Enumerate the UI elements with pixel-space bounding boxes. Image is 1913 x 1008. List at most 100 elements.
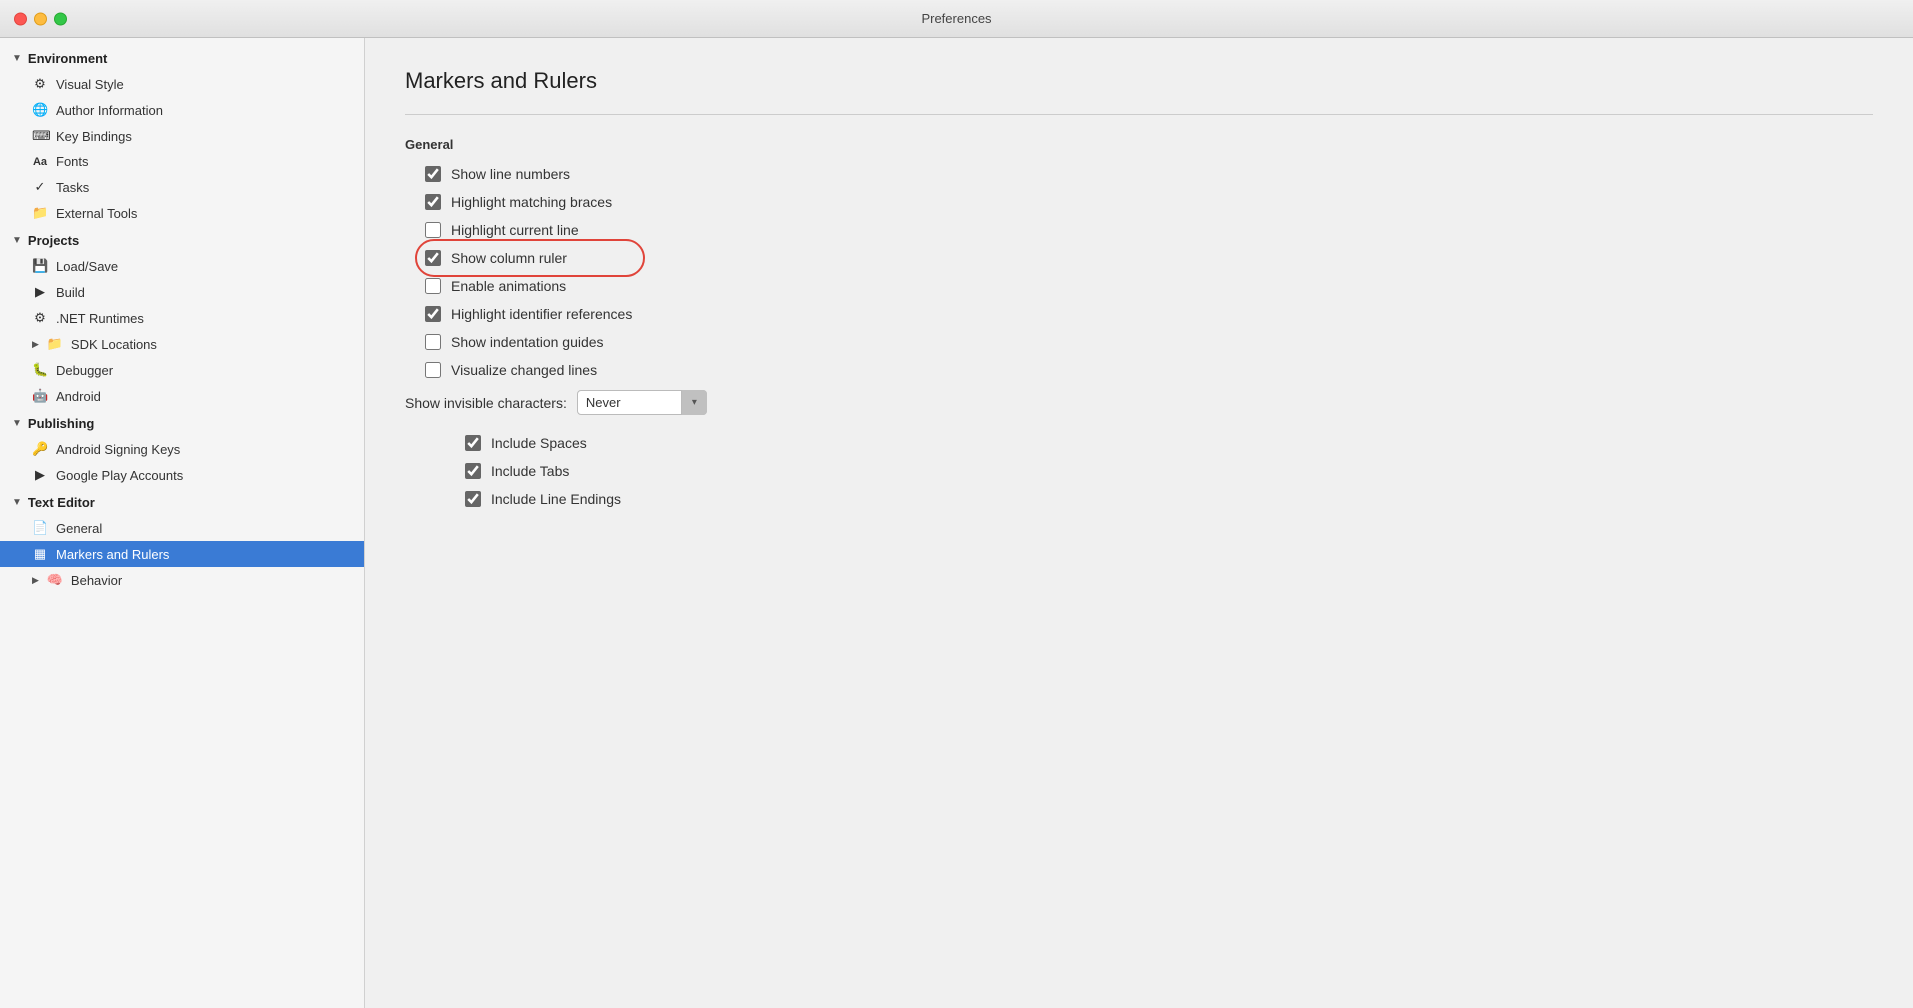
sidebar-item-author-information[interactable]: 🌐 Author Information	[0, 97, 364, 123]
checkbox-row-highlight-identifier-references: Highlight identifier references	[405, 306, 1873, 322]
checkbox-row-include-line-endings: Include Line Endings	[465, 491, 1873, 507]
sidebar-section-label-projects: Projects	[28, 233, 79, 248]
sidebar-item-behavior[interactable]: ▶ 🧠 Behavior	[0, 567, 364, 593]
show-line-numbers-label[interactable]: Show line numbers	[451, 166, 570, 182]
sidebar-section-publishing: ▼ Publishing 🔑 Android Signing Keys ▶ Go…	[0, 411, 364, 488]
minimize-button[interactable]	[34, 12, 47, 25]
play-store-icon: ▶	[32, 467, 48, 483]
show-line-numbers-checkbox[interactable]	[425, 166, 441, 182]
highlight-current-line-checkbox[interactable]	[425, 222, 441, 238]
dotnet-icon: ⚙	[32, 310, 48, 326]
key-icon: 🔑	[32, 441, 48, 457]
keyboard-icon: ⌨	[32, 128, 48, 144]
sidebar-section-text-editor: ▼ Text Editor 📄 General ▦ Markers and Ru…	[0, 490, 364, 593]
traffic-lights	[14, 12, 67, 25]
sidebar-item-fonts[interactable]: Aa Fonts	[0, 149, 364, 174]
highlight-matching-braces-checkbox[interactable]	[425, 194, 441, 210]
play-icon: ▶	[32, 284, 48, 300]
include-line-endings-label[interactable]: Include Line Endings	[491, 491, 621, 507]
checkmark-icon: ✓	[32, 179, 48, 195]
fonts-icon: Aa	[32, 156, 48, 168]
show-column-ruler-checkbox[interactable]	[425, 250, 441, 266]
checkbox-row-include-tabs: Include Tabs	[465, 463, 1873, 479]
include-spaces-checkbox[interactable]	[465, 435, 481, 451]
content-area: Markers and Rulers General Show line num…	[365, 38, 1913, 1008]
include-tabs-label[interactable]: Include Tabs	[491, 463, 569, 479]
checkbox-row-show-indentation-guides: Show indentation guides	[405, 334, 1873, 350]
expand-arrow-projects: ▼	[12, 235, 22, 246]
main-layout: ▼ Environment ⚙ Visual Style 🌐 Author In…	[0, 38, 1913, 1008]
sidebar-item-build[interactable]: ▶ Build	[0, 279, 364, 305]
expand-arrow-environment: ▼	[12, 53, 22, 64]
section-divider	[405, 114, 1873, 115]
visualize-changed-lines-label[interactable]: Visualize changed lines	[451, 362, 597, 378]
sidebar-section-header-text-editor[interactable]: ▼ Text Editor	[0, 490, 364, 515]
maximize-button[interactable]	[54, 12, 67, 25]
sidebar-section-projects: ▼ Projects 💾 Load/Save ▶ Build ⚙ .NET Ru…	[0, 228, 364, 409]
android-icon: 🤖	[32, 388, 48, 404]
sidebar-section-label-publishing: Publishing	[28, 416, 94, 431]
folder-icon: 📁	[32, 205, 48, 221]
document-icon: 📄	[32, 520, 48, 536]
sidebar-item-sdk-locations[interactable]: ▶ 📁 SDK Locations	[0, 331, 364, 357]
invisible-chars-row: Show invisible characters: Never Always …	[405, 390, 1873, 415]
sidebar-item-android-signing-keys[interactable]: 🔑 Android Signing Keys	[0, 436, 364, 462]
highlight-identifier-references-label[interactable]: Highlight identifier references	[451, 306, 632, 322]
sidebar-section-label-text-editor: Text Editor	[28, 495, 95, 510]
sidebar-section-header-publishing[interactable]: ▼ Publishing	[0, 411, 364, 436]
sidebar-item-key-bindings[interactable]: ⌨ Key Bindings	[0, 123, 364, 149]
expand-arrow-publishing: ▼	[12, 418, 22, 429]
sidebar-item-external-tools[interactable]: 📁 External Tools	[0, 200, 364, 226]
visualize-changed-lines-checkbox[interactable]	[425, 362, 441, 378]
sidebar-item-load-save[interactable]: 💾 Load/Save	[0, 253, 364, 279]
sidebar-item-dotnet-runtimes[interactable]: ⚙ .NET Runtimes	[0, 305, 364, 331]
expand-arrow-text-editor: ▼	[12, 497, 22, 508]
highlight-identifier-references-checkbox[interactable]	[425, 306, 441, 322]
highlight-current-line-label[interactable]: Highlight current line	[451, 222, 579, 238]
debugger-icon: 🐛	[32, 362, 48, 378]
sdk-folder-icon: 📁	[47, 336, 63, 352]
sidebar: ▼ Environment ⚙ Visual Style 🌐 Author In…	[0, 38, 365, 1008]
checkbox-row-visualize-changed-lines: Visualize changed lines	[405, 362, 1873, 378]
checkbox-row-show-line-numbers: Show line numbers	[405, 166, 1873, 182]
invisible-chars-select-wrapper: Never Always Selection ▾	[577, 390, 707, 415]
checkbox-row-include-spaces: Include Spaces	[465, 435, 1873, 451]
enable-animations-label[interactable]: Enable animations	[451, 278, 566, 294]
behavior-icon: 🧠	[47, 572, 63, 588]
highlight-matching-braces-label[interactable]: Highlight matching braces	[451, 194, 612, 210]
sidebar-item-google-play-accounts[interactable]: ▶ Google Play Accounts	[0, 462, 364, 488]
checkbox-row-highlight-matching-braces: Highlight matching braces	[405, 194, 1873, 210]
enable-animations-checkbox[interactable]	[425, 278, 441, 294]
sidebar-section-label-environment: Environment	[28, 51, 107, 66]
titlebar: Preferences	[0, 0, 1913, 38]
include-line-endings-checkbox[interactable]	[465, 491, 481, 507]
checkbox-row-show-column-ruler: Show column ruler	[405, 250, 1873, 266]
sidebar-item-visual-style[interactable]: ⚙ Visual Style	[0, 71, 364, 97]
show-indentation-guides-label[interactable]: Show indentation guides	[451, 334, 604, 350]
checkbox-row-enable-animations: Enable animations	[405, 278, 1873, 294]
save-icon: 💾	[32, 258, 48, 274]
behavior-expand-arrow: ▶	[32, 575, 39, 586]
sidebar-item-tasks[interactable]: ✓ Tasks	[0, 174, 364, 200]
indent-checkboxes-group: Include Spaces Include Tabs Include Line…	[405, 435, 1873, 507]
gear-icon: ⚙	[32, 76, 48, 92]
globe-icon: 🌐	[32, 102, 48, 118]
include-spaces-label[interactable]: Include Spaces	[491, 435, 587, 451]
show-column-ruler-label[interactable]: Show column ruler	[451, 250, 567, 266]
close-button[interactable]	[14, 12, 27, 25]
sidebar-item-markers-and-rulers[interactable]: ▦ Markers and Rulers	[0, 541, 364, 567]
sidebar-item-general[interactable]: 📄 General	[0, 515, 364, 541]
show-indentation-guides-checkbox[interactable]	[425, 334, 441, 350]
sidebar-section-environment: ▼ Environment ⚙ Visual Style 🌐 Author In…	[0, 46, 364, 226]
invisible-chars-label: Show invisible characters:	[405, 395, 567, 411]
sidebar-item-debugger[interactable]: 🐛 Debugger	[0, 357, 364, 383]
sidebar-section-header-projects[interactable]: ▼ Projects	[0, 228, 364, 253]
sidebar-item-android[interactable]: 🤖 Android	[0, 383, 364, 409]
markers-icon: ▦	[32, 546, 48, 562]
sidebar-section-header-environment[interactable]: ▼ Environment	[0, 46, 364, 71]
include-tabs-checkbox[interactable]	[465, 463, 481, 479]
invisible-chars-select[interactable]: Never Always Selection	[577, 390, 707, 415]
checkbox-row-highlight-current-line: Highlight current line	[405, 222, 1873, 238]
window-title: Preferences	[921, 11, 991, 26]
general-section-label: General	[405, 137, 1873, 152]
